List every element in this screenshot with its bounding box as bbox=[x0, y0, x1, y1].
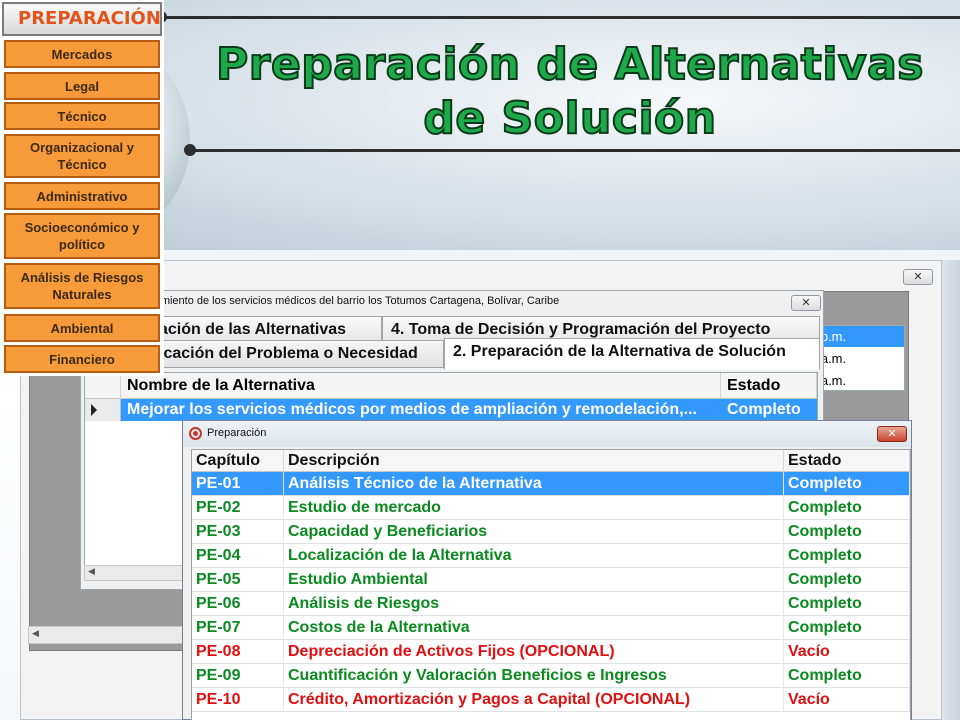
cell-descripcion: Costos de la Alternativa bbox=[284, 616, 784, 640]
row-header-corner bbox=[85, 373, 121, 399]
table-row[interactable]: PE-10 Crédito, Amortización y Pagos a Cap… bbox=[192, 688, 910, 712]
menu-item-organizacional[interactable]: Organizacional y Técnico bbox=[4, 134, 160, 178]
cell-descripcion: Localización de la Alternativa bbox=[284, 544, 784, 568]
cell-capitulo: PE-04 bbox=[192, 544, 284, 568]
cell-estado: Completo bbox=[784, 472, 910, 496]
app-icon-dot bbox=[193, 431, 198, 436]
cell-capitulo: PE-03 bbox=[192, 520, 284, 544]
cell-estado: Completo bbox=[784, 544, 910, 568]
alternatives-header: Nombre de la Alternativa Estado bbox=[85, 373, 817, 399]
mid-horizontal-scrollbar[interactable]: ◀ bbox=[84, 565, 194, 581]
column-header-nombre[interactable]: Nombre de la Alternativa bbox=[121, 373, 721, 399]
cell-capitulo: PE-08 bbox=[192, 640, 284, 664]
menu-item-administrativo[interactable]: Administrativo bbox=[4, 182, 160, 210]
table-row[interactable]: Mejorar los servicios médicos por medios… bbox=[85, 399, 817, 421]
cell-estado: Completo bbox=[784, 616, 910, 640]
outer-close-button[interactable]: ✕ bbox=[903, 269, 933, 285]
cell-estado: Completo bbox=[784, 496, 910, 520]
slide-title-line2: de Solución bbox=[422, 92, 717, 145]
cell-descripcion: Crédito, Amortización y Pagos a Capital … bbox=[284, 688, 784, 712]
table-row[interactable]: PE-06 Análisis de Riesgos Completo bbox=[192, 592, 910, 616]
menu-item-mercados[interactable]: Mercados bbox=[4, 40, 160, 68]
cell-descripcion: Análisis Técnico de la Alternativa bbox=[284, 472, 784, 496]
cell-estado: Completo bbox=[784, 520, 910, 544]
cell-descripcion: Capacidad y Beneficiarios bbox=[284, 520, 784, 544]
cell-estado: Completo bbox=[784, 664, 910, 688]
menu-header: PREPARACIÓN bbox=[2, 2, 162, 36]
menu-item-legal[interactable]: Legal bbox=[4, 72, 160, 100]
cell-capitulo: PE-02 bbox=[192, 496, 284, 520]
slide-title-line1: Preparación de Alternativas bbox=[215, 38, 924, 91]
preparacion-dialog: Preparación ✕ Capítulo Descripción Estad… bbox=[182, 420, 912, 720]
preparacion-menu: PREPARACIÓN Mercados Legal Técnico Organ… bbox=[0, 0, 164, 376]
tab-preparacion[interactable]: 2. Preparación de la Alternativa de Solu… bbox=[444, 338, 820, 370]
cell-capitulo: PE-07 bbox=[192, 616, 284, 640]
tab-identificacion[interactable]: icación del Problema o Necesidad bbox=[150, 340, 444, 368]
dialog-title: Preparación bbox=[207, 427, 267, 439]
alternative-status: Completo bbox=[727, 401, 801, 418]
cell-descripcion: Depreciación de Activos Fijos (OPCIONAL) bbox=[284, 640, 784, 664]
table-row[interactable]: PE-03 Capacidad y Beneficiarios Completo bbox=[192, 520, 910, 544]
decorative-dot-bottom bbox=[184, 144, 196, 156]
menu-item-financiero[interactable]: Financiero bbox=[4, 345, 160, 373]
table-row[interactable]: PE-05 Estudio Ambiental Completo bbox=[192, 568, 910, 592]
dialog-close-button[interactable]: ✕ bbox=[877, 426, 907, 442]
table-row[interactable]: PE-08 Depreciación de Activos Fijos (OPCI… bbox=[192, 640, 910, 664]
slide-title: Preparación de Alternativas de Solución bbox=[200, 38, 940, 146]
menu-item-riesgos[interactable]: Análisis de Riesgos Naturales bbox=[4, 263, 160, 309]
column-header-descripcion[interactable]: Descripción bbox=[284, 450, 784, 472]
cell-estado: Completo bbox=[784, 568, 910, 592]
cell-descripcion: Estudio Ambiental bbox=[284, 568, 784, 592]
table-row[interactable]: PE-04 Localización de la Alternativa Compl… bbox=[192, 544, 910, 568]
menu-item-ambiental[interactable]: Ambiental bbox=[4, 314, 160, 342]
column-header-capitulo[interactable]: Capítulo bbox=[192, 450, 284, 472]
cell-capitulo: PE-06 bbox=[192, 592, 284, 616]
decorative-line-top bbox=[160, 16, 960, 19]
cell-descripcion: Cuantificación y Valoración Beneficios e… bbox=[284, 664, 784, 688]
chapters-grid: Capítulo Descripción Estado PE-01 Análisi… bbox=[191, 449, 911, 720]
cell-descripcion: Análisis de Riesgos bbox=[284, 592, 784, 616]
alternative-name: Mejorar los servicios médicos por medios… bbox=[127, 401, 697, 418]
table-row[interactable]: PE-07 Costos de la Alternativa Completo bbox=[192, 616, 910, 640]
row-pointer-icon bbox=[91, 404, 97, 416]
cell-capitulo: PE-10 bbox=[192, 688, 284, 712]
table-row[interactable]: PE-01 Análisis Técnico de la Alternativa C… bbox=[192, 472, 910, 496]
cell-estado: Vacío bbox=[784, 688, 910, 712]
menu-item-tecnico[interactable]: Técnico bbox=[4, 102, 160, 130]
row-selector[interactable] bbox=[85, 399, 121, 421]
cell-descripcion: Estudio de mercado bbox=[284, 496, 784, 520]
cell-estado: Completo bbox=[784, 592, 910, 616]
decorative-line-bottom bbox=[190, 149, 960, 152]
cell-capitulo: PE-05 bbox=[192, 568, 284, 592]
table-row[interactable]: PE-02 Estudio de mercado Completo bbox=[192, 496, 910, 520]
column-header-estado[interactable]: Estado bbox=[784, 450, 910, 472]
scroll-left-icon[interactable]: ◀ bbox=[32, 629, 39, 639]
column-header-estado[interactable]: Estado bbox=[721, 373, 817, 399]
cell-estado: Vacío bbox=[784, 640, 910, 664]
project-close-button[interactable]: ✕ bbox=[791, 295, 821, 311]
dialog-titlebar: Preparación ✕ bbox=[183, 421, 911, 447]
menu-item-socioeconomico[interactable]: Socioeconómico y político bbox=[4, 213, 160, 259]
cell-capitulo: PE-09 bbox=[192, 664, 284, 688]
cell-capitulo: PE-01 bbox=[192, 472, 284, 496]
table-row[interactable]: PE-09 Cuantificación y Valoración Benefic… bbox=[192, 664, 910, 688]
scroll-left-icon[interactable]: ◀ bbox=[88, 567, 95, 577]
chapters-header: Capítulo Descripción Estado bbox=[192, 450, 910, 472]
